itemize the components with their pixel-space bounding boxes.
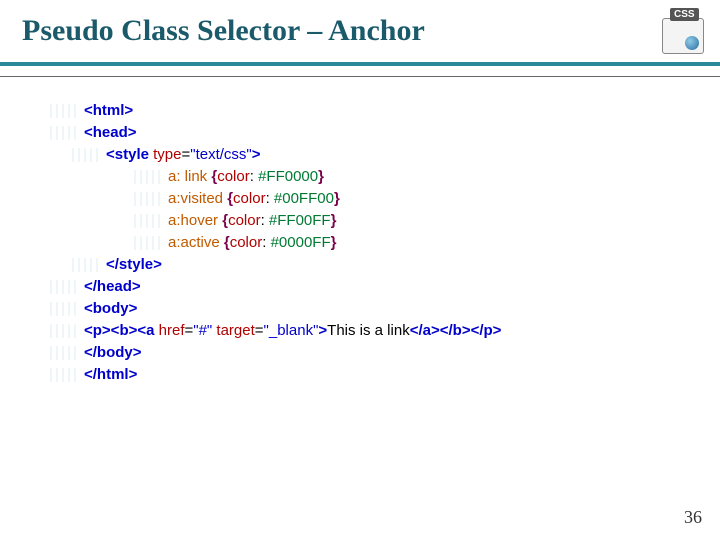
slide: Pseudo Class Selector – Anchor CSS <html… bbox=[0, 0, 720, 540]
code-block: <html> <head> <style type="text/css"> a:… bbox=[50, 100, 610, 386]
css-file-icon: CSS bbox=[656, 6, 706, 54]
selector-active: a:active bbox=[168, 234, 220, 251]
attr-type-value: "text/css" bbox=[190, 146, 252, 163]
tag-style-close: </style> bbox=[106, 256, 162, 273]
selector-hover: a:hover bbox=[168, 212, 218, 229]
tag-html-open: <html> bbox=[84, 102, 133, 119]
title-underline-thin bbox=[0, 76, 720, 77]
tag-html-close: </html> bbox=[84, 366, 137, 383]
attr-href: href bbox=[154, 322, 184, 339]
title-underline-thick bbox=[0, 62, 720, 66]
selector-visited: a:visited bbox=[168, 190, 223, 207]
tag-body-open: <body> bbox=[84, 300, 137, 317]
attr-href-value: "#" bbox=[193, 322, 212, 339]
attr-type: type bbox=[149, 146, 182, 163]
page-title: Pseudo Class Selector – Anchor bbox=[0, 0, 720, 48]
css-badge-label: CSS bbox=[670, 8, 699, 21]
tag-style-open: <style bbox=[106, 146, 149, 163]
tag-p-b-a-open: <p><b><a bbox=[84, 322, 154, 339]
attr-target-value: "_blank" bbox=[264, 322, 319, 339]
tag-body-close: </body> bbox=[84, 344, 142, 361]
tag-head-open: <head> bbox=[84, 124, 137, 141]
link-text: This is a link bbox=[327, 322, 410, 339]
page-number: 36 bbox=[684, 507, 702, 528]
tag-head-close: </head> bbox=[84, 278, 141, 295]
tag-a-b-p-close: </a></b></p> bbox=[410, 322, 502, 339]
selector-link: a: link bbox=[168, 168, 207, 185]
attr-target: target bbox=[212, 322, 255, 339]
